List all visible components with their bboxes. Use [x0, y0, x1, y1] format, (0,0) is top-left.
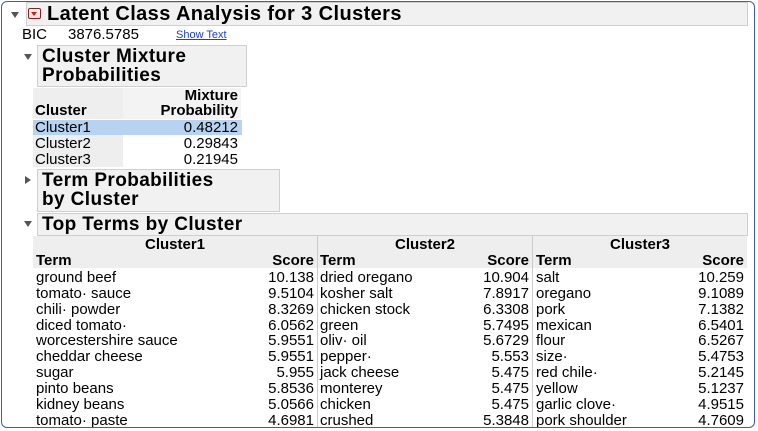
term-cell[interactable]: chicken — [320, 397, 371, 412]
score-cell[interactable]: 9.1089 — [668, 286, 744, 301]
score-cell[interactable]: 5.7495 — [453, 318, 529, 333]
term-cell[interactable]: monterey — [320, 381, 383, 396]
term-cell[interactable]: worcestershire sauce — [36, 333, 178, 348]
term-cell[interactable]: cheddar cheese — [36, 349, 143, 364]
top-terms-disclosure-open-icon[interactable] — [24, 221, 32, 227]
cluster-divider — [317, 236, 318, 427]
score-cell[interactable]: 5.475 — [453, 381, 529, 396]
score-cell[interactable]: 5.0566 — [238, 397, 314, 412]
mixture-title-line1: Cluster Mixture — [42, 46, 187, 67]
score-cell[interactable]: 4.6981 — [238, 413, 314, 427]
score-col-header: Score — [272, 252, 314, 269]
top-terms-section-header[interactable]: Top Terms by Cluster — [37, 213, 748, 236]
term-cell[interactable]: ground beef — [36, 270, 116, 285]
bic-label: BIC — [22, 26, 48, 43]
score-cell[interactable]: 5.2145 — [668, 365, 744, 380]
bic-value: 3876.5785 — [68, 26, 139, 43]
term-cell[interactable]: kidney beans — [36, 397, 124, 412]
term-cell[interactable]: oliv· oil — [320, 333, 367, 348]
term-cell[interactable]: dried oregano — [320, 270, 413, 285]
term-cell[interactable]: pork shoulder — [536, 413, 627, 427]
score-cell[interactable]: 5.475 — [453, 365, 529, 380]
score-cell[interactable]: 5.1237 — [668, 381, 744, 396]
cluster-divider — [532, 236, 533, 427]
main-disclosure-open-icon[interactable] — [11, 12, 19, 18]
term-cell[interactable]: chili· powder — [36, 302, 120, 317]
mixture-row-cluster[interactable]: Cluster2 — [35, 136, 91, 151]
term-cell[interactable]: size· — [536, 349, 568, 364]
term-cell[interactable]: flour — [536, 333, 565, 348]
score-cell[interactable]: 5.9551 — [238, 349, 314, 364]
term-cell[interactable]: yellow — [536, 381, 578, 396]
term-cell[interactable]: garlic clove· — [536, 397, 616, 412]
score-cell[interactable]: 5.8536 — [238, 381, 314, 396]
score-cell[interactable]: 8.3269 — [238, 302, 314, 317]
score-cell[interactable]: 4.7609 — [668, 413, 744, 427]
mixture-col-prob-line1: Mixture — [184, 87, 238, 104]
term-prob-section-header[interactable]: Term Probabilities by Cluster — [37, 169, 280, 212]
report-window: Latent Class Analysis for 3 Clusters BIC… — [1, 1, 755, 428]
mixture-row-prob[interactable]: 0.48212 — [123, 120, 238, 135]
show-text-link[interactable]: Show Text — [176, 29, 227, 41]
term-cell[interactable]: pinto beans — [36, 381, 114, 396]
term-cell[interactable]: green — [320, 318, 358, 333]
score-col-header: Score — [487, 252, 529, 269]
term-cell[interactable]: crushed — [320, 413, 373, 427]
score-cell[interactable]: 6.3308 — [453, 302, 529, 317]
score-cell[interactable]: 10.904 — [453, 270, 529, 285]
score-cell[interactable]: 5.9551 — [238, 333, 314, 348]
score-col-header: Score — [702, 252, 744, 269]
term-cell[interactable]: red chile· — [536, 365, 598, 380]
term-prob-title-line2: by Cluster — [42, 189, 139, 210]
score-cell[interactable]: 5.955 — [238, 365, 314, 380]
mixture-section-header[interactable]: Cluster Mixture Probabilities — [37, 45, 247, 87]
score-cell[interactable]: 10.138 — [238, 270, 314, 285]
cluster-header: Cluster3 — [609, 236, 671, 253]
score-cell[interactable]: 7.1382 — [668, 302, 744, 317]
score-cell[interactable]: 7.8917 — [453, 286, 529, 301]
term-cell[interactable]: kosher salt — [320, 286, 393, 301]
term-cell[interactable]: jack cheese — [320, 365, 399, 380]
term-cell[interactable]: diced tomato· — [36, 318, 127, 333]
term-cell[interactable]: mexican — [536, 318, 592, 333]
mixture-row-cluster[interactable]: Cluster1 — [35, 120, 91, 135]
cluster-header: Cluster1 — [144, 236, 206, 253]
term-cell[interactable]: tomato· paste — [36, 413, 128, 427]
score-cell[interactable]: 5.4753 — [668, 349, 744, 364]
score-cell[interactable]: 6.5267 — [668, 333, 744, 348]
score-cell[interactable]: 6.5401 — [668, 318, 744, 333]
score-cell[interactable]: 5.3848 — [453, 413, 529, 427]
term-cell[interactable]: chicken stock — [320, 302, 410, 317]
term-cell[interactable]: pork — [536, 302, 565, 317]
mixture-title-line2: Probabilities — [42, 65, 162, 86]
term-col-header: Term — [36, 252, 72, 269]
red-triangle-menu-icon-overlay[interactable] — [28, 8, 41, 19]
term-prob-disclosure-closed-icon[interactable] — [25, 176, 31, 184]
score-cell[interactable]: 9.5104 — [238, 286, 314, 301]
score-cell[interactable]: 5.553 — [453, 349, 529, 364]
mixture-row-prob[interactable]: 0.21945 — [123, 152, 238, 167]
cluster-header: Cluster2 — [394, 236, 456, 253]
mixture-row-cluster[interactable]: Cluster3 — [35, 152, 91, 167]
term-cell[interactable]: tomato· sauce — [36, 286, 131, 301]
score-cell[interactable]: 4.9515 — [668, 397, 744, 412]
mixture-disclosure-open-icon[interactable] — [24, 54, 32, 60]
mixture-row-prob[interactable]: 0.29843 — [123, 136, 238, 151]
mixture-col-cluster: Cluster — [35, 102, 87, 119]
score-cell[interactable]: 5.475 — [453, 397, 529, 412]
term-cell[interactable]: pepper· — [320, 349, 372, 364]
term-cell[interactable]: oregano — [536, 286, 591, 301]
main-title: Latent Class Analysis for 3 Clusters — [26, 2, 748, 26]
score-cell[interactable]: 6.0562 — [238, 318, 314, 333]
term-col-header: Term — [536, 252, 572, 269]
score-cell[interactable]: 5.6729 — [453, 333, 529, 348]
score-cell[interactable]: 10.259 — [668, 270, 744, 285]
term-col-header: Term — [320, 252, 356, 269]
term-cell[interactable]: sugar — [36, 365, 74, 380]
mixture-col-prob-line2: Probability — [160, 102, 238, 119]
term-prob-title-line1: Term Probabilities — [42, 170, 214, 191]
term-cell[interactable]: salt — [536, 270, 559, 285]
